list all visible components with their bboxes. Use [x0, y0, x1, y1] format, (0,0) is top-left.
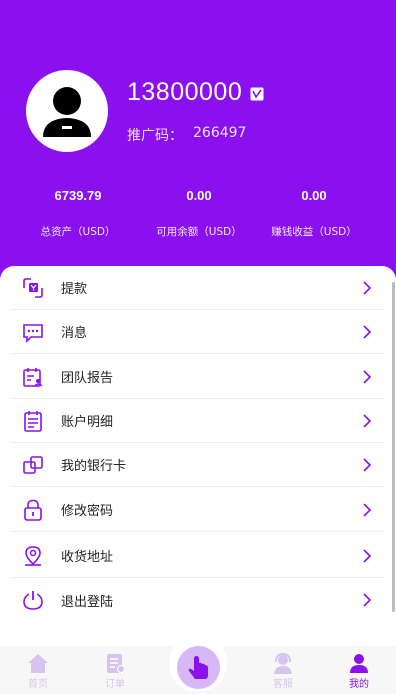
chevron-right-icon: [363, 413, 372, 428]
phone-number: 13800000: [127, 78, 243, 106]
menu-item-label: 收货地址: [61, 550, 114, 565]
tab-label: 我的: [349, 679, 369, 690]
menu-item-message[interactable]: 消息: [10, 310, 384, 354]
menu-item-logout[interactable]: 退出登陆: [10, 578, 384, 622]
tab-mine[interactable]: 我的: [339, 652, 379, 690]
hand-tap-icon: [188, 656, 208, 679]
lock-icon: [24, 499, 42, 521]
location-icon: [25, 545, 41, 566]
edit-icon[interactable]: [250, 86, 264, 100]
tab-label: 首页: [28, 679, 48, 690]
menu-item-label: 提款: [61, 282, 88, 297]
menu-item-account-details[interactable]: 账户明细: [10, 399, 384, 443]
message-icon: [23, 323, 43, 343]
chevron-right-icon: [363, 324, 372, 339]
stat-label: 可用余额（USD）: [156, 226, 242, 238]
menu-item-withdraw[interactable]: 提款: [10, 266, 384, 310]
menu-item-label: 我的银行卡: [61, 459, 127, 474]
stat-total-assets: 6739.79 总资产（USD）: [12, 188, 144, 239]
menu-item-label: 团队报告: [61, 371, 114, 386]
menu-item-label: 消息: [61, 326, 88, 341]
menu-item-change-password[interactable]: 修改密码: [10, 488, 384, 532]
tab-home[interactable]: 首页: [18, 652, 58, 690]
stat-label: 总资产（USD）: [40, 226, 116, 238]
stat-available-balance: 0.00 可用余额（USD）: [133, 188, 265, 239]
menu-item-label: 退出登陆: [61, 594, 114, 610]
chevron-right-icon: [363, 593, 372, 607]
user-silhouette-icon: [43, 87, 91, 137]
menu-item-team-report[interactable]: 团队报告: [10, 355, 384, 399]
menu-item-address[interactable]: 收货地址: [10, 534, 384, 578]
home-icon: [28, 654, 48, 673]
chevron-right-icon: [363, 369, 372, 384]
stat-value: 0.00: [186, 188, 212, 203]
stat-value: 6739.79: [54, 188, 102, 203]
chevron-right-icon: [363, 548, 372, 563]
bank-card-icon: [23, 455, 43, 474]
promo-code-label: 推广码：: [127, 128, 183, 144]
chevron-right-icon: [363, 457, 372, 472]
user-icon: [350, 654, 368, 673]
tab-support[interactable]: 客服: [263, 652, 303, 690]
tab-label: 客服: [273, 679, 293, 690]
stats-row: 6739.79 总资产（USD） 0.00 可用余额（USD） 0.00 赚钱收…: [0, 188, 396, 248]
team-report-icon: [23, 367, 43, 387]
menu-item-label: 修改密码: [61, 504, 114, 519]
promo-code-value: 266497: [193, 125, 247, 141]
power-icon: [23, 591, 43, 610]
stat-value: 0.00: [301, 188, 327, 203]
support-icon: [274, 652, 292, 674]
scrollbar[interactable]: [392, 282, 395, 612]
profile-header: 13800000 推广码： 266497 6739.79 总资产（USD） 0.…: [0, 0, 396, 290]
order-icon: [107, 654, 125, 673]
tab-label: 订单: [105, 679, 125, 690]
chevron-right-icon: [363, 502, 372, 517]
tab-orders[interactable]: 订单: [95, 652, 135, 690]
withdraw-icon: [23, 277, 43, 298]
chevron-right-icon: [363, 280, 372, 295]
menu-item-label: 账户明细: [61, 415, 114, 430]
avatar[interactable]: [26, 70, 108, 152]
stat-label: 赚钱收益（USD）: [271, 226, 357, 238]
stat-earnings: 0.00 赚钱收益（USD）: [248, 188, 380, 239]
menu-item-bank-card[interactable]: 我的银行卡: [10, 443, 384, 487]
center-action-button[interactable]: [177, 646, 220, 689]
account-details-icon: [24, 410, 42, 432]
